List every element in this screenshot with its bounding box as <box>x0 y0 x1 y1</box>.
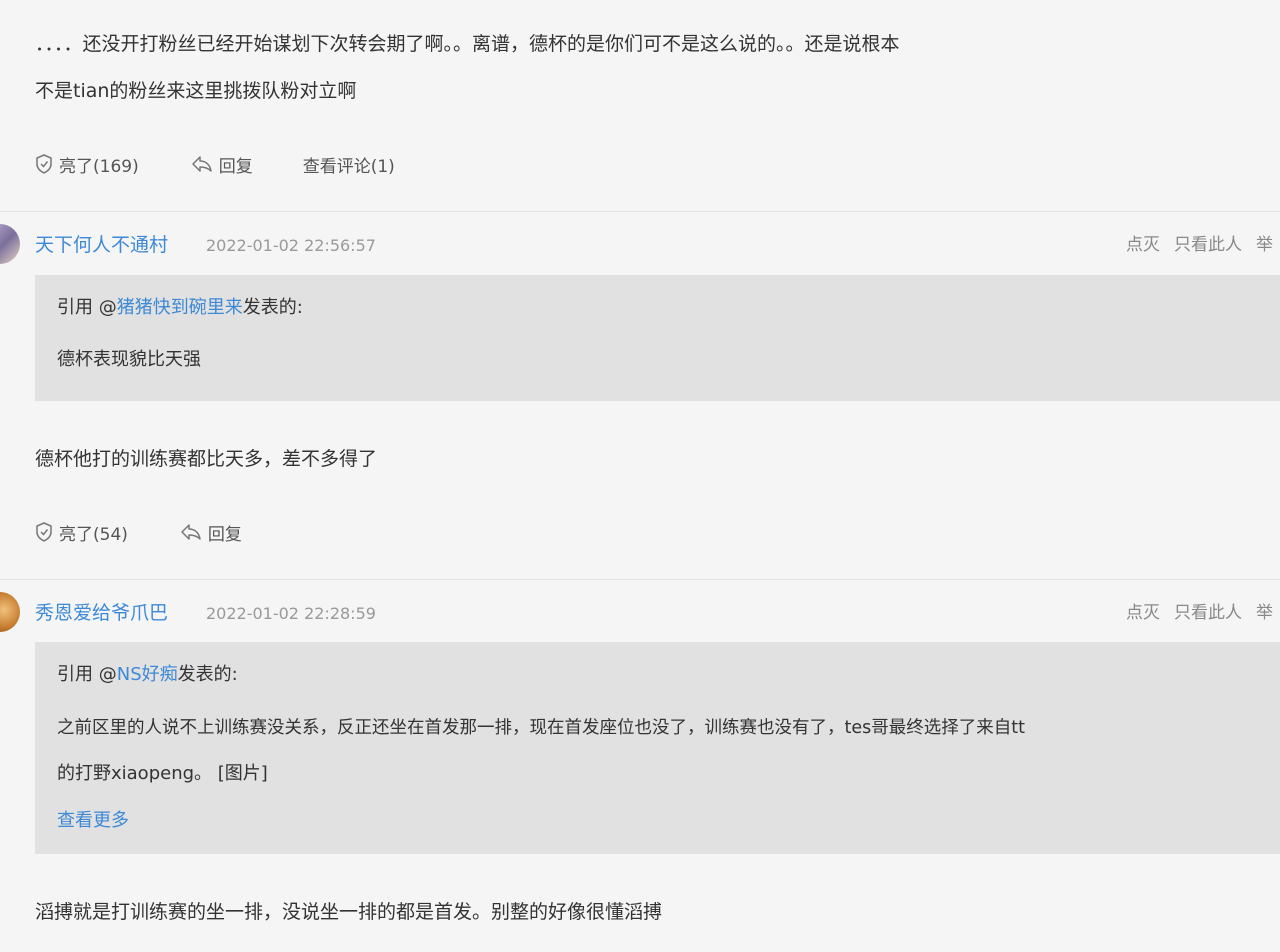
quote-text-line2: 的打野xiaopeng。 [图片] <box>57 763 268 784</box>
username[interactable]: 天下何人不通村 <box>35 232 168 258</box>
reply-label: 回复 <box>218 156 253 177</box>
comment-actions: 亮了(169) 回复 查看评论(1) <box>35 151 395 177</box>
post-body: 滔搏就是打训练赛的坐一排，没说坐一排的都是首发。别整的好像很懂滔搏 <box>35 901 663 923</box>
dislike-button[interactable]: 点灭 <box>1126 603 1160 623</box>
only-this-user-button[interactable]: 只看此人 <box>1174 235 1242 255</box>
report-button[interactable]: 举 <box>1256 603 1273 623</box>
light-icon <box>36 522 52 542</box>
reply-icon <box>181 524 201 540</box>
only-this-user-button[interactable]: 只看此人 <box>1174 603 1242 623</box>
reply-label: 回复 <box>207 524 242 545</box>
reply-button[interactable]: 回复 <box>191 152 253 177</box>
reply-icon <box>191 156 212 172</box>
light-icon <box>36 154 52 174</box>
quote-text: 德杯表现貌比天强 <box>57 349 201 370</box>
avatar[interactable] <box>0 592 20 632</box>
divider <box>0 579 1280 580</box>
quote-block: 引用 @猪猪快到碗里来发表的: 德杯表现貌比天强 <box>35 275 1280 401</box>
view-more-link[interactable]: 查看更多 <box>57 808 129 834</box>
view-comments-link[interactable]: 查看评论(1) <box>303 152 395 177</box>
quote-prefix: 引用 @ <box>57 297 117 318</box>
quote-user-link[interactable]: 猪猪快到碗里来 <box>117 297 243 318</box>
post-time: 2022-01-02 22:56:57 <box>206 236 376 255</box>
like-label: 亮了(169) <box>59 156 139 177</box>
quote-block: 引用 @NS好痴发表的: 之前区里的人说不上训练赛没关系，反正还坐在首发那一排，… <box>35 642 1280 854</box>
comment-text-line1: ．．．．还没开打粉丝已经开始谋划下次转会期了啊。。离谱，德杯的是你们可不是这么说… <box>35 33 900 55</box>
avatar[interactable] <box>0 224 20 264</box>
like-button[interactable]: 亮了(169) <box>35 152 139 177</box>
view-comments-label: 查看评论(1) <box>302 156 395 177</box>
post-ops: 点灭 只看此人举 <box>1112 600 1273 626</box>
reply-button[interactable]: 回复 <box>180 520 242 545</box>
quote-prefix: 引用 @ <box>57 664 117 685</box>
quote-text-line1: 之前区里的人说不上训练赛没关系，反正还坐在首发那一排，现在首发座位也没了，训练赛… <box>57 718 1025 738</box>
quote-user-link[interactable]: NS好痴 <box>117 664 178 685</box>
post-time: 2022-01-02 22:28:59 <box>206 604 376 623</box>
divider <box>0 211 1280 212</box>
comment-text-line2: 不是tian的粉丝来这里挑拨队粉对立啊 <box>35 80 357 102</box>
dislike-button[interactable]: 点灭 <box>1126 235 1160 255</box>
quote-suffix: 发表的: <box>242 297 303 318</box>
quote-suffix: 发表的: <box>177 664 238 685</box>
post-ops: 点灭 只看此人举 <box>1112 232 1273 258</box>
like-button[interactable]: 亮了(54) <box>35 520 128 545</box>
like-label: 亮了(54) <box>59 524 128 545</box>
username[interactable]: 秀恩爱给爷爪巴 <box>35 600 168 626</box>
quote-header: 引用 @猪猪快到碗里来发表的: <box>57 295 303 321</box>
post-actions: 亮了(54) 回复 <box>35 519 242 545</box>
report-button[interactable]: 举 <box>1256 235 1273 255</box>
post-body: 德杯他打的训练赛都比天多，差不多得了 <box>35 448 378 470</box>
quote-header: 引用 @NS好痴发表的: <box>57 662 238 688</box>
